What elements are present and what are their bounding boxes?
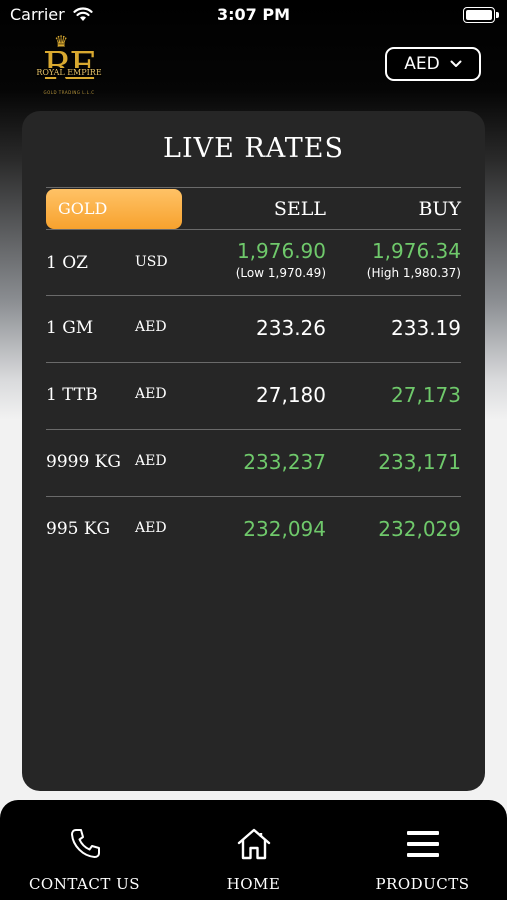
status-time: 3:07 PM <box>216 5 290 24</box>
rate-high: (High 1,980.37) <box>366 266 461 280</box>
rate-qty: 995 KG <box>46 519 111 539</box>
column-header-sell: SELL <box>273 198 326 220</box>
brand-logo: ♛ RE ROYAL EMPIRE GOLD TRADING L.L.C <box>36 32 102 98</box>
nav-products[interactable]: PRODUCTS <box>338 800 507 900</box>
rate-qty: 9999 KG <box>46 452 121 472</box>
rate-currency: AED <box>135 520 167 536</box>
nav-home[interactable]: HOME <box>169 800 338 900</box>
logo-subtitle: GOLD TRADING L.L.C <box>43 90 95 95</box>
logo-monogram: RE <box>42 44 97 88</box>
rate-sell: 1,976.90 <box>236 239 326 263</box>
rate-buy: 233.19 <box>391 316 461 340</box>
home-icon <box>237 828 270 860</box>
currency-select[interactable]: AED <box>385 47 481 81</box>
rate-low: (Low 1,970.49) <box>235 266 326 280</box>
nav-products-label: PRODUCTS <box>375 875 470 893</box>
rate-sell: 233,237 <box>243 450 326 474</box>
rate-qty: 1 TTB <box>46 385 98 405</box>
rate-sell: 232,094 <box>243 517 326 541</box>
divider <box>46 187 461 188</box>
phone-icon <box>70 829 100 858</box>
chevron-down-icon <box>450 60 462 67</box>
nav-home-label: HOME <box>226 875 281 893</box>
menu-icon <box>406 831 439 857</box>
rate-row-995kg: 995 KG AED 232,094 232,029 <box>22 496 485 562</box>
nav-contact-us[interactable]: CONTACT US <box>0 800 169 900</box>
column-header-buy: BUY <box>418 198 461 220</box>
rate-qty: 1 OZ <box>46 253 88 273</box>
live-rates-card: LIVE RATES GOLD SELL BUY 1 OZ USD 1,976.… <box>22 111 485 791</box>
rate-sell: 27,180 <box>256 383 326 407</box>
rate-currency: AED <box>135 453 167 469</box>
rate-buy: 27,173 <box>391 383 461 407</box>
rate-row-9999kg: 9999 KG AED 233,237 233,171 <box>22 429 485 495</box>
rate-buy: 233,171 <box>378 450 461 474</box>
bottom-nav: CONTACT US HOME PRODUCTS <box>0 800 507 900</box>
currency-select-value: AED <box>404 54 440 74</box>
rate-row-1gm: 1 GM AED 233.26 233.19 <box>22 295 485 361</box>
rate-row-1oz: 1 OZ USD 1,976.90 (Low 1,970.49) 1,976.3… <box>22 229 485 295</box>
rate-sell: 233.26 <box>256 316 326 340</box>
card-title: LIVE RATES <box>163 133 344 164</box>
rate-currency: AED <box>135 319 167 335</box>
logo-name: ROYAL EMPIRE <box>36 68 102 77</box>
rate-buy: 232,029 <box>378 517 461 541</box>
rate-currency: USD <box>135 254 168 270</box>
rate-qty: 1 GM <box>46 318 94 338</box>
battery-icon <box>463 7 499 23</box>
rate-buy: 1,976.34 <box>371 239 461 263</box>
rate-currency: AED <box>135 386 167 402</box>
tab-gold[interactable]: GOLD <box>46 189 182 229</box>
nav-contact-us-label: CONTACT US <box>28 875 141 893</box>
status-bar: Carrier 3:07 PM <box>0 0 507 30</box>
rate-row-1ttb: 1 TTB AED 27,180 27,173 <box>22 362 485 428</box>
